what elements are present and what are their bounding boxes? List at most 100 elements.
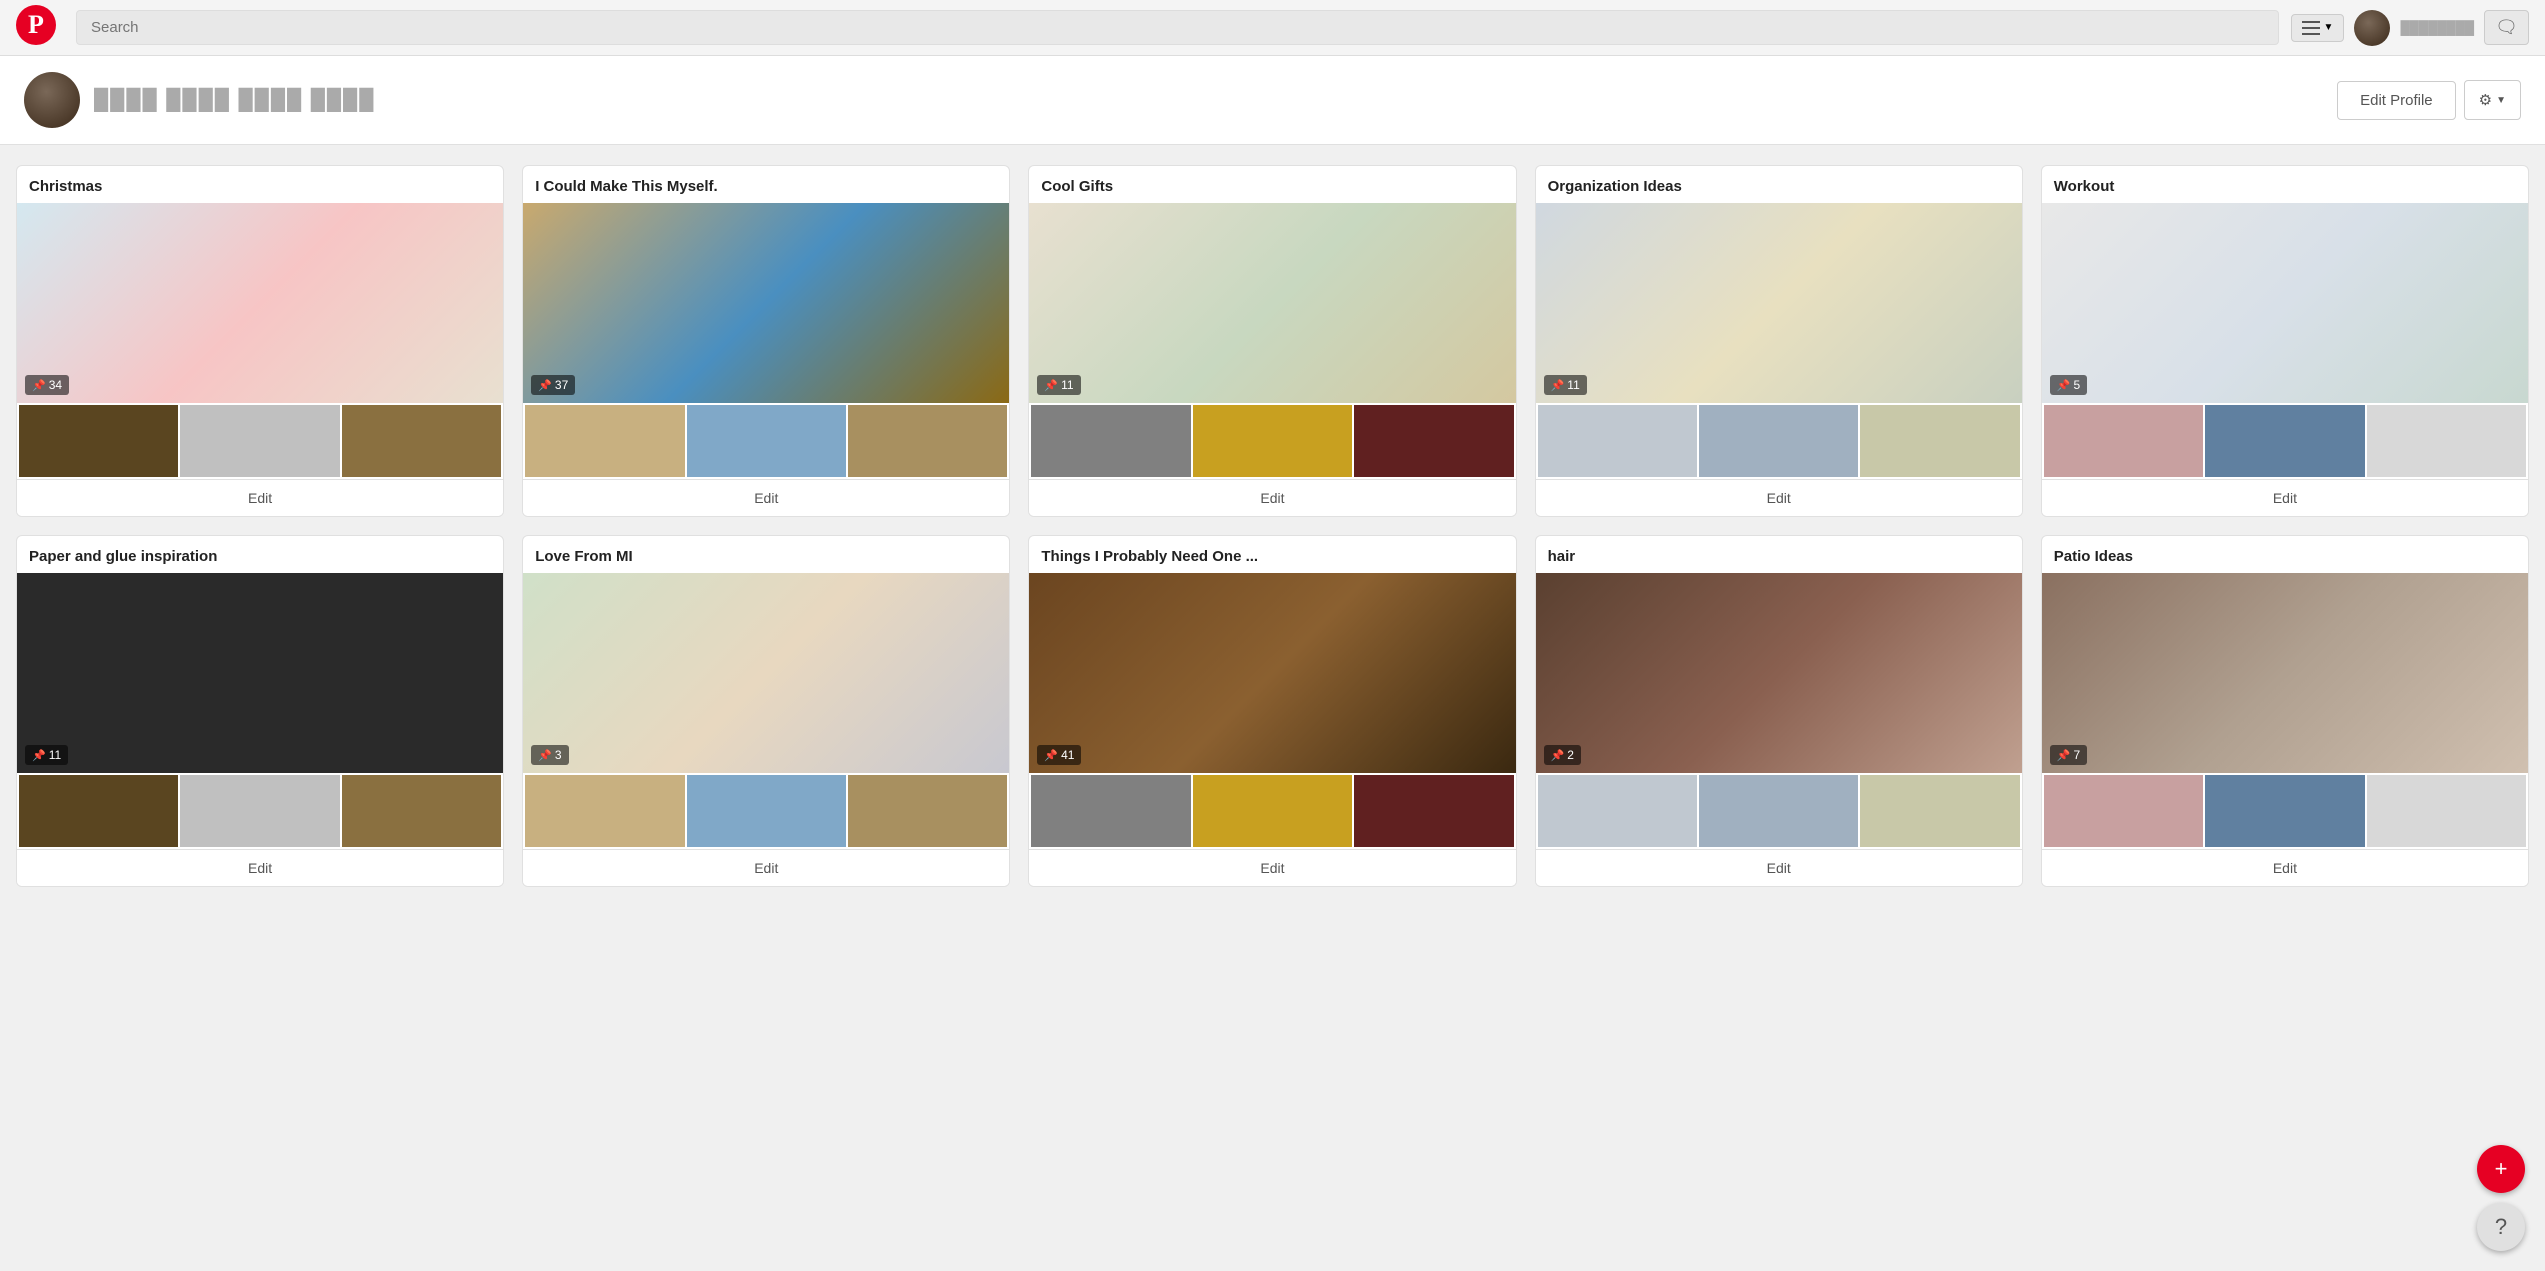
message-button[interactable]: 🗨 (2484, 10, 2529, 45)
board-thumb-gifts-2[interactable] (1354, 405, 1513, 477)
board-pin-count-hair: 📌 2 (1544, 745, 1581, 765)
board-thumb-org-1[interactable] (1699, 405, 1858, 477)
svg-text:P: P (28, 10, 44, 39)
pinterest-logo[interactable]: P (16, 5, 56, 50)
board-edit-button-patio[interactable]: Edit (2042, 849, 2528, 886)
board-thumb-christmas-1[interactable] (180, 405, 339, 477)
fab-container: + ? (2477, 1145, 2525, 1251)
board-pin-count-icmm: 📌 37 (531, 375, 575, 395)
help-button[interactable]: ? (2477, 1203, 2525, 1251)
board-title-christmas: Christmas (17, 166, 503, 203)
profile-avatar[interactable] (24, 72, 80, 128)
board-edit-button-gifts[interactable]: Edit (1029, 479, 1515, 516)
board-card-hair: hair 📌 2 Edit (1535, 535, 2023, 887)
board-title-org: Organization Ideas (1536, 166, 2022, 203)
board-thumb-org-0[interactable] (1538, 405, 1697, 477)
search-bar[interactable] (76, 10, 2279, 45)
board-edit-button-paper[interactable]: Edit (17, 849, 503, 886)
board-card-icmm: I Could Make This Myself. 📌 37 Edit (522, 165, 1010, 517)
board-thumb-things-1[interactable] (1193, 775, 1352, 847)
board-thumb-icmm-1[interactable] (687, 405, 846, 477)
board-thumbs-hair (1536, 773, 2022, 849)
board-main-image-christmas[interactable]: 📌 34 (17, 203, 503, 403)
board-thumb-icmm-2[interactable] (848, 405, 1007, 477)
board-thumb-paper-2[interactable] (342, 775, 501, 847)
board-title-gifts: Cool Gifts (1029, 166, 1515, 203)
board-thumb-lovemi-2[interactable] (848, 775, 1007, 847)
message-icon: 🗨 (2495, 17, 2518, 37)
board-title-lovemi: Love From MI (523, 536, 1009, 573)
board-main-image-workout[interactable]: 📌 5 (2042, 203, 2528, 403)
board-edit-button-hair[interactable]: Edit (1536, 849, 2022, 886)
board-thumb-paper-1[interactable] (180, 775, 339, 847)
board-thumbs-patio (2042, 773, 2528, 849)
board-card-workout: Workout 📌 5 Edit (2041, 165, 2529, 517)
board-thumb-hair-0[interactable] (1538, 775, 1697, 847)
board-thumb-patio-2[interactable] (2367, 775, 2526, 847)
board-thumbs-christmas (17, 403, 503, 479)
board-pin-count-workout: 📌 5 (2050, 375, 2087, 395)
board-pin-count-patio: 📌 7 (2050, 745, 2087, 765)
board-thumb-gifts-1[interactable] (1193, 405, 1352, 477)
board-thumb-workout-2[interactable] (2367, 405, 2526, 477)
board-main-image-paper[interactable]: 📌 11 (17, 573, 503, 773)
board-thumbs-workout (2042, 403, 2528, 479)
board-card-christmas: Christmas📌 34 Edit (16, 165, 504, 517)
add-pin-button[interactable]: + (2477, 1145, 2525, 1193)
edit-profile-button[interactable]: Edit Profile (2337, 81, 2456, 120)
board-edit-button-christmas[interactable]: Edit (17, 479, 503, 516)
header-avatar[interactable] (2354, 10, 2390, 46)
board-pin-count-lovemi: 📌 3 (531, 745, 568, 765)
profile-actions: Edit Profile ⚙ ▼ (2337, 80, 2521, 120)
board-thumbs-paper (17, 773, 503, 849)
board-main-image-gifts[interactable]: 📌 11 (1029, 203, 1515, 403)
board-thumb-paper-0[interactable] (19, 775, 178, 847)
board-card-things: Things I Probably Need One ... 📌 41 Edit (1028, 535, 1516, 887)
board-main-image-patio[interactable]: 📌 7 (2042, 573, 2528, 773)
board-thumb-gifts-0[interactable] (1031, 405, 1190, 477)
profile-bar: ████ ████ ████ ████ Edit Profile ⚙ ▼ (0, 56, 2545, 145)
board-title-things: Things I Probably Need One ... (1029, 536, 1515, 573)
board-edit-button-icmm[interactable]: Edit (523, 479, 1009, 516)
chevron-down-icon: ▼ (2324, 22, 2334, 33)
board-thumb-org-2[interactable] (1860, 405, 2019, 477)
board-main-image-org[interactable]: 📌 11 (1536, 203, 2022, 403)
boards-grid: Christmas📌 34EditI Could Make This Mysel… (0, 145, 2545, 907)
board-thumb-christmas-0[interactable] (19, 405, 178, 477)
board-thumb-hair-1[interactable] (1699, 775, 1858, 847)
board-pin-count-things: 📌 41 (1037, 745, 1081, 765)
board-title-paper: Paper and glue inspiration (17, 536, 503, 573)
board-edit-button-things[interactable]: Edit (1029, 849, 1515, 886)
board-main-image-icmm[interactable]: 📌 37 (523, 203, 1009, 403)
board-thumb-patio-1[interactable] (2205, 775, 2364, 847)
board-thumb-christmas-2[interactable] (342, 405, 501, 477)
board-main-image-hair[interactable]: 📌 2 (1536, 573, 2022, 773)
board-card-lovemi: Love From MI 📌 3 Edit (522, 535, 1010, 887)
board-edit-button-org[interactable]: Edit (1536, 479, 2022, 516)
settings-button[interactable]: ⚙ ▼ (2464, 80, 2521, 120)
board-main-image-lovemi[interactable]: 📌 3 (523, 573, 1009, 773)
board-thumb-icmm-0[interactable] (525, 405, 684, 477)
board-edit-button-workout[interactable]: Edit (2042, 479, 2528, 516)
board-thumb-workout-0[interactable] (2044, 405, 2203, 477)
header-username[interactable]: ████████ (2400, 20, 2474, 35)
board-thumb-lovemi-1[interactable] (687, 775, 846, 847)
settings-chevron: ▼ (2496, 95, 2506, 106)
board-thumbs-gifts (1029, 403, 1515, 479)
board-title-hair: hair (1536, 536, 2022, 573)
header: P ▼ ████████ 🗨 (0, 0, 2545, 56)
board-title-workout: Workout (2042, 166, 2528, 203)
menu-button[interactable]: ▼ (2291, 14, 2345, 42)
board-thumb-things-0[interactable] (1031, 775, 1190, 847)
board-thumb-workout-1[interactable] (2205, 405, 2364, 477)
board-card-paper: Paper and glue inspiration 📌 11 Edit (16, 535, 504, 887)
board-thumb-things-2[interactable] (1354, 775, 1513, 847)
board-edit-button-lovemi[interactable]: Edit (523, 849, 1009, 886)
board-pin-count-paper: 📌 11 (25, 745, 68, 765)
board-main-image-things[interactable]: 📌 41 (1029, 573, 1515, 773)
board-thumb-patio-0[interactable] (2044, 775, 2203, 847)
search-input[interactable] (91, 19, 2264, 36)
board-thumb-hair-2[interactable] (1860, 775, 2019, 847)
board-title-icmm: I Could Make This Myself. (523, 166, 1009, 203)
board-thumb-lovemi-0[interactable] (525, 775, 684, 847)
